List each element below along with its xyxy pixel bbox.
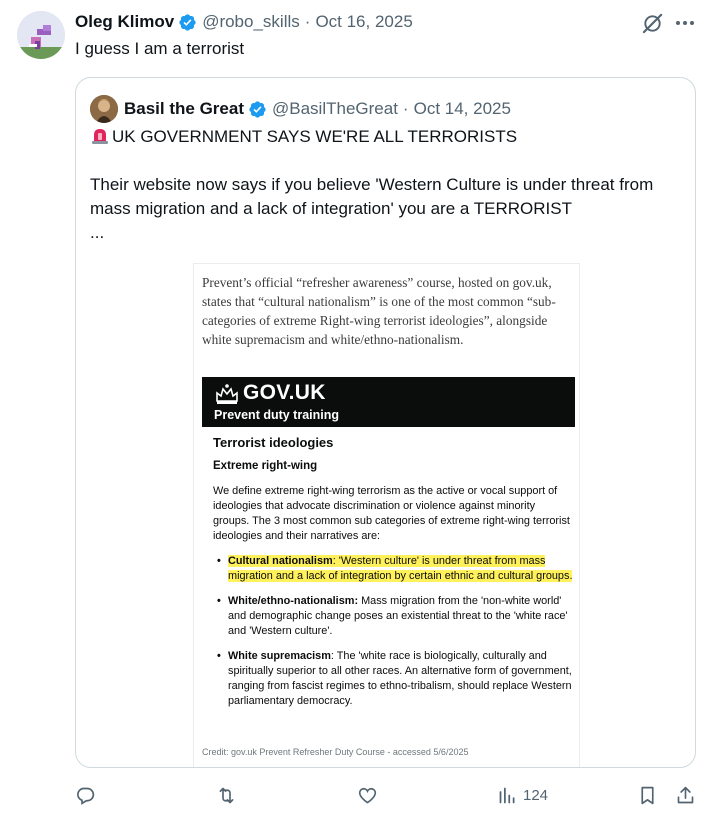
quoted-author-avatar[interactable] [90,95,118,123]
quoted-tweet-date[interactable]: Oct 14, 2025 [414,99,511,119]
separator: · [402,99,409,118]
like-button[interactable] [357,783,378,807]
reply-button[interactable] [75,783,96,807]
quoted-author-handle[interactable]: @BasilTheGreat [272,99,398,119]
share-icon [677,786,694,803]
ideology-item: White/ethno-nationalism: Mass migration … [213,594,573,639]
ideology-list: Cultural nationalism: 'Western culture' … [213,554,573,709]
author-name[interactable]: Oleg Klimov [75,12,174,32]
article-intro: Prevent’s official “refresher awareness”… [202,275,556,347]
quoted-headline: UK GOVERNMENT SAYS WE'RE ALL TERRORISTS [112,127,518,146]
highlighted-text: Cultural nationalism: 'Western culture' … [228,555,573,582]
grok-icon[interactable] [641,12,664,35]
author-avatar[interactable] [17,11,65,59]
article-content: Terrorist ideologies Extreme right-wing … [213,435,573,719]
like-icon [358,787,377,803]
gov-uk-title: GOV.UK [243,381,326,404]
more-icon[interactable] [674,15,696,31]
siren-icon [92,129,108,144]
action-bar: 124 [0,783,714,809]
quoted-author-name[interactable]: Basil the Great [124,99,244,119]
bookmark-icon [641,786,654,804]
views-count: 124 [523,786,549,804]
retweet-icon [219,787,234,803]
quoted-tweet-text: UK GOVERNMENT SAYS WE'RE ALL TERRORISTS … [90,125,680,245]
quoted-ellipsis: ... [90,223,105,242]
views-icon [499,787,515,803]
ideology-term: Cultural nationalism [228,555,333,567]
reply-icon [77,787,95,805]
quoted-body: Their website now says if you believe 'W… [90,175,654,218]
tweet-text: I guess I am a terrorist [75,39,245,58]
ideology-item: Cultural nationalism: 'Western culture' … [213,554,573,584]
crown-icon [216,384,238,404]
quoted-image[interactable]: Prevent’s official “refresher awareness”… [194,264,579,767]
gov-uk-banner: GOV.UK Prevent duty training [202,377,575,427]
ideology-item: White supremacism: The 'white race is bi… [213,649,573,709]
author-handle[interactable]: @robo_skills [202,12,300,32]
article-heading: Terrorist ideologies [213,435,334,450]
quoted-tweet[interactable]: Basil the Great @BasilTheGreat · Oct 14,… [75,77,696,768]
article-subheading: Extreme right-wing [213,460,318,472]
tweet-header: Oleg Klimov @robo_skills · Oct 16, 2025 [75,12,413,32]
share-button[interactable] [675,783,696,807]
image-credit: Credit: gov.uk Prevent Refresher Duty Co… [202,747,469,757]
bookmark-button[interactable] [637,783,658,807]
verified-badge-icon [179,13,196,31]
article-paragraph: We define extreme right-wing terrorism a… [213,485,570,542]
tweet-date[interactable]: Oct 16, 2025 [315,12,412,32]
gov-uk-subtitle: Prevent duty training [214,408,340,422]
views-button[interactable]: 124 [497,783,548,807]
separator: · [304,12,311,31]
ideology-term: White/ethno-nationalism: [228,595,359,607]
ideology-term: White supremacism [228,650,331,662]
quoted-header: Basil the Great @BasilTheGreat · Oct 14,… [90,95,511,123]
verified-badge-icon [249,100,266,118]
retweet-button[interactable] [216,783,237,807]
quoted-headline-line: UK GOVERNMENT SAYS WE'RE ALL TERRORISTS [90,125,680,149]
